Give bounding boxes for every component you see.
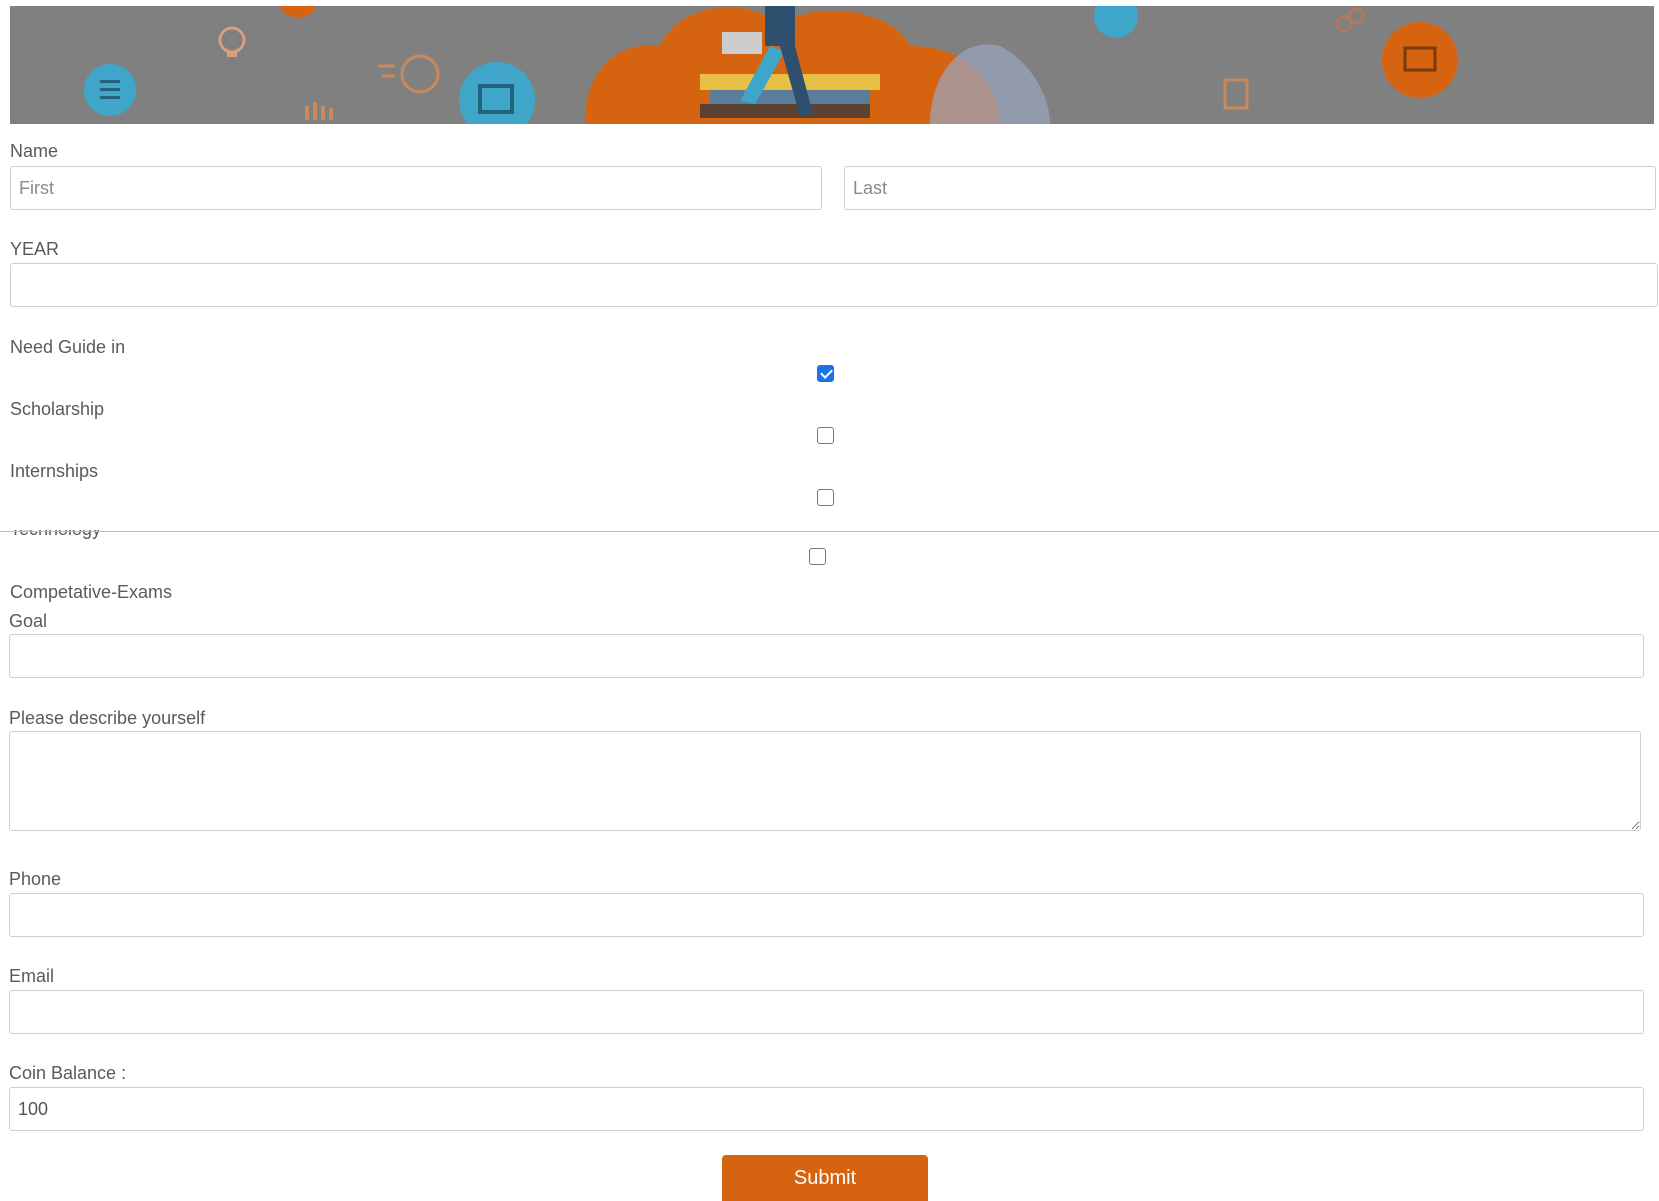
year-label: YEAR [10,239,60,259]
competitive-exams-label: Competative-Exams [10,582,173,602]
phone-input[interactable] [9,893,1644,937]
coin-balance-label: Coin Balance : [9,1063,127,1083]
technology-label: Technology [10,519,102,539]
banner-illustration [10,6,1654,124]
last-name-input[interactable] [844,166,1656,210]
technology-checkbox[interactable] [817,489,834,506]
goal-input[interactable] [9,634,1644,678]
first-name-input[interactable] [10,166,822,210]
competitive-exams-checkbox[interactable] [809,548,826,565]
submit-button[interactable]: Submit [722,1155,928,1201]
presentation-icon [1382,22,1458,98]
internships-label: Internships [10,461,99,481]
need-guide-label: Need Guide in [10,337,126,357]
phone-label: Phone [9,869,62,889]
email-input[interactable] [9,990,1644,1034]
header-banner [10,6,1654,124]
email-label: Email [9,966,55,986]
describe-label: Please describe yourself [9,708,206,728]
name-label: Name [10,141,59,161]
scholarship-checkbox[interactable] [817,365,834,382]
describe-textarea[interactable] [9,731,1641,831]
year-input[interactable] [10,263,1658,307]
coin-balance-input[interactable] [9,1087,1644,1131]
section-divider [0,531,1659,532]
internships-checkbox[interactable] [817,427,834,444]
top-strip [0,0,1659,6]
list-icon [84,64,136,116]
goal-label: Goal [9,611,48,631]
scholarship-label: Scholarship [10,399,105,419]
